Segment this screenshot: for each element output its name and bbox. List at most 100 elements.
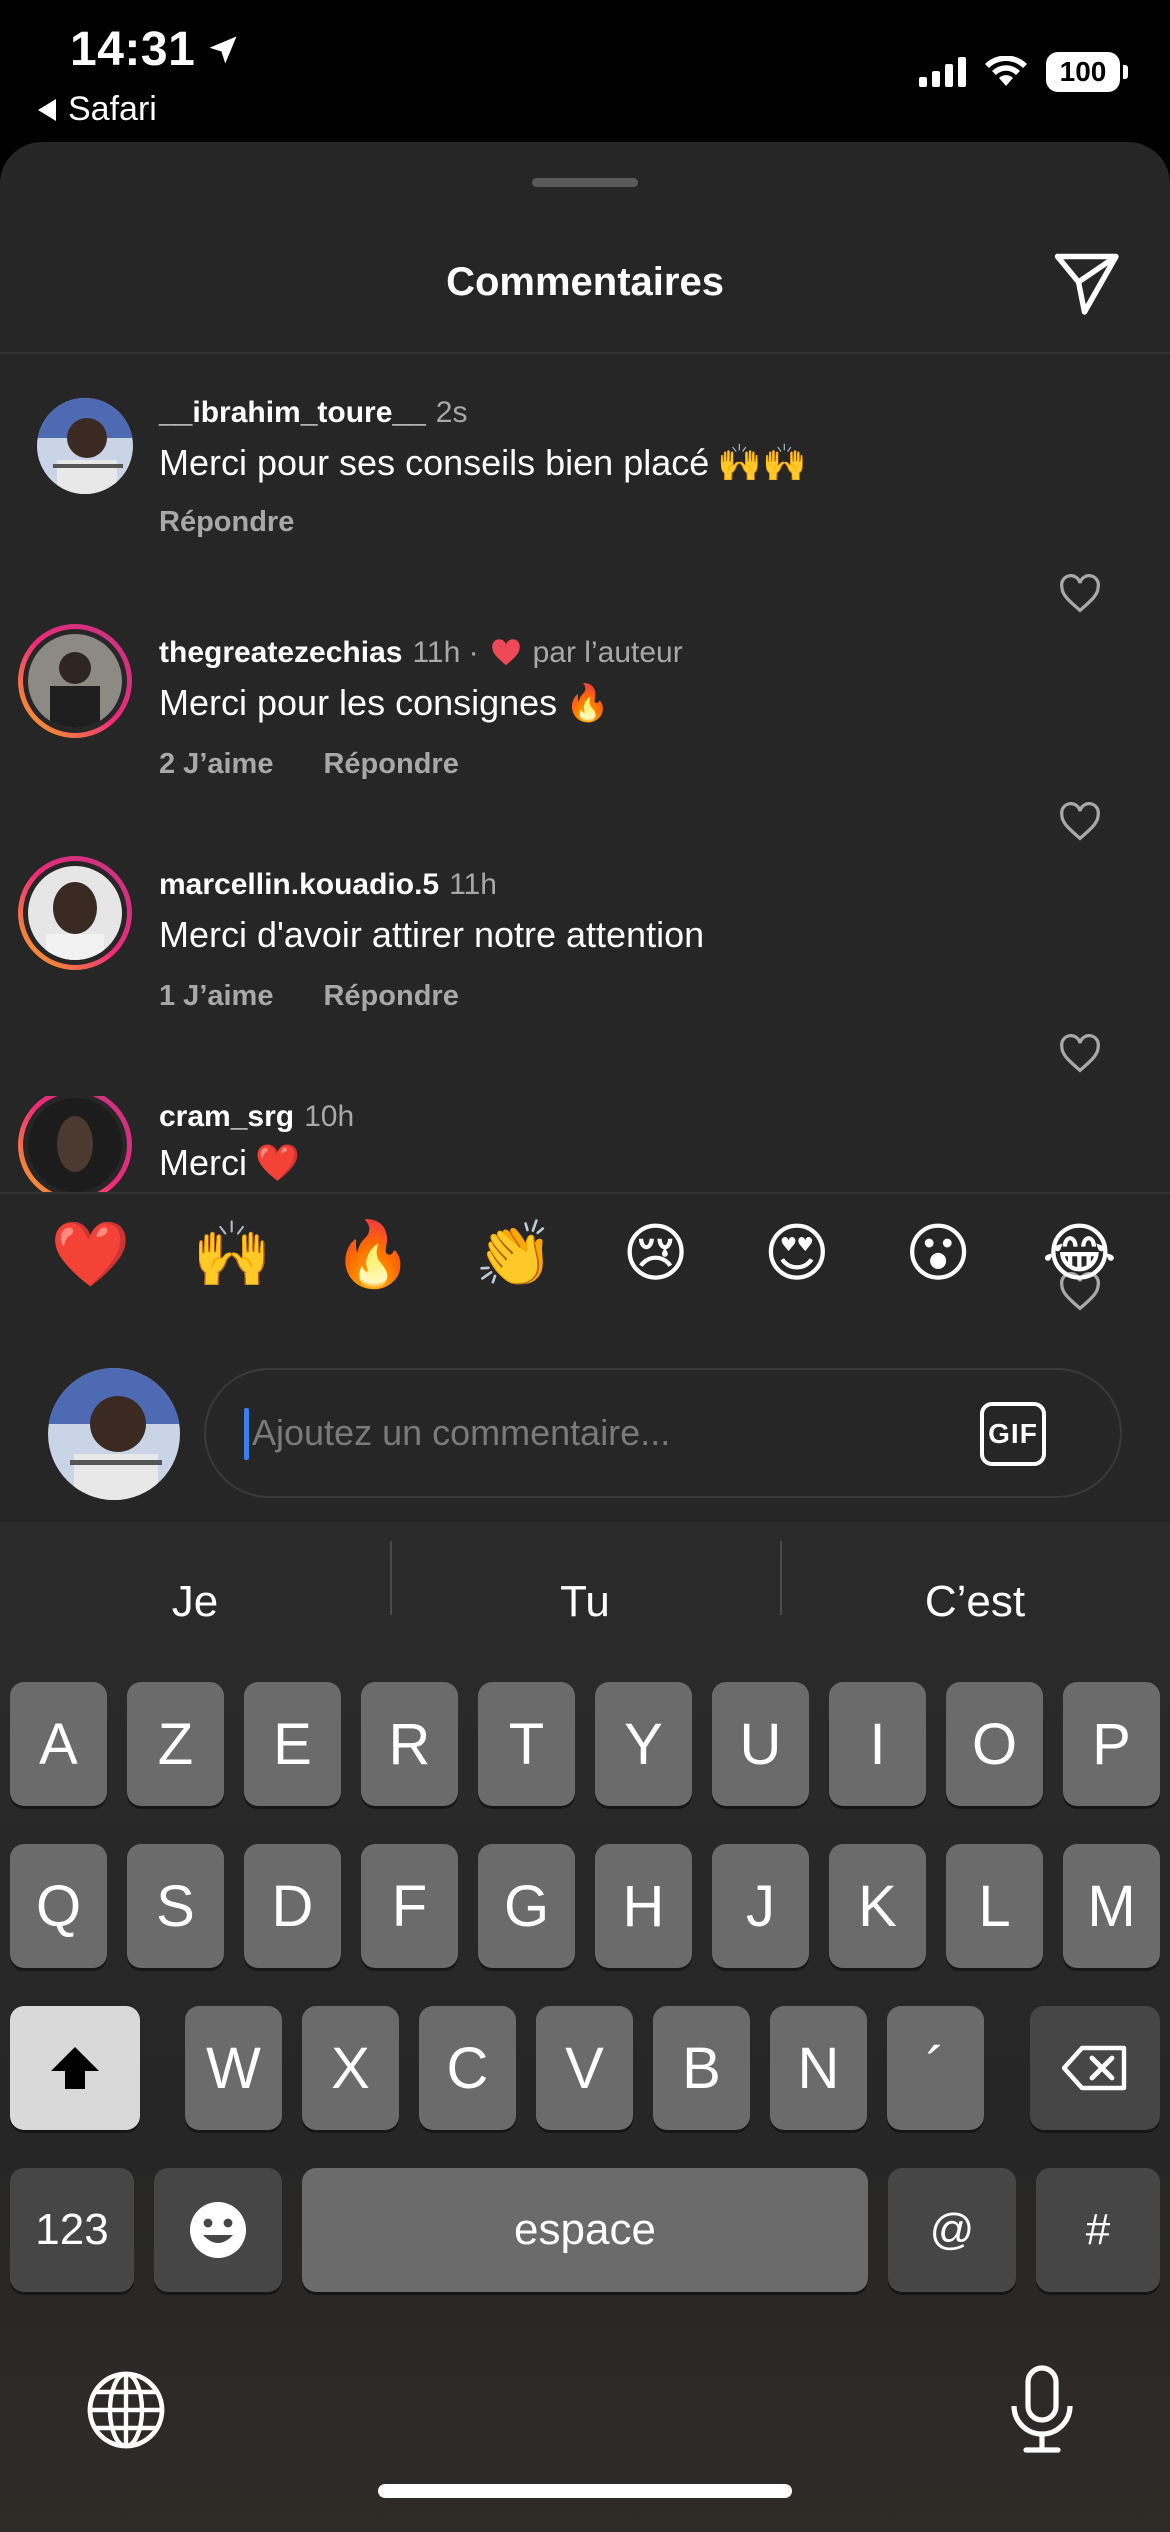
- globe-icon[interactable]: [84, 2368, 168, 2452]
- battery-icon: 100: [1046, 52, 1128, 92]
- key-w[interactable]: W: [185, 2006, 282, 2130]
- emoji-crying-button[interactable]: 😢: [611, 1209, 701, 1299]
- back-label: Safari: [68, 90, 157, 128]
- keyboard: Je Tu C’est A Z E R T Y U I O P Q S D F …: [0, 1522, 1170, 2532]
- suggestion-2[interactable]: Tu: [390, 1541, 780, 1627]
- comment-username[interactable]: __ibrahim_toure__: [159, 396, 426, 430]
- comment-emoji: ❤️: [255, 1143, 300, 1184]
- author-liked-heart-icon: [491, 639, 520, 666]
- like-heart-icon[interactable]: [1058, 1034, 1102, 1074]
- emoji-raised-hands-button[interactable]: 🙌: [187, 1209, 277, 1299]
- key-i[interactable]: I: [829, 1682, 926, 1806]
- home-indicator[interactable]: [378, 2484, 792, 2498]
- key-o[interactable]: O: [946, 1682, 1043, 1806]
- emoji-clap-button[interactable]: 👏: [469, 1209, 559, 1299]
- comment-item: marcellin.kouadio.5 11h Merci d'avoir at…: [0, 856, 1170, 1074]
- key-l[interactable]: L: [946, 1844, 1043, 1968]
- reply-button[interactable]: Répondre: [159, 506, 294, 539]
- comment-actions: 2 J’aime Répondre: [159, 748, 459, 781]
- comment-time: 2s: [435, 396, 468, 429]
- emoji-laughing-button[interactable]: 😂: [1034, 1209, 1124, 1299]
- key-x[interactable]: X: [302, 2006, 399, 2130]
- comment-text: Merci pour ses conseils bien placé 🙌🙌: [159, 442, 807, 484]
- key-p[interactable]: P: [1063, 1682, 1160, 1806]
- key-s[interactable]: S: [127, 1844, 224, 1968]
- key-acute-accent[interactable]: ´: [887, 2006, 984, 2130]
- key-z[interactable]: Z: [127, 1682, 224, 1806]
- shift-key[interactable]: [10, 2006, 140, 2130]
- key-m[interactable]: M: [1063, 1844, 1160, 1968]
- back-to-safari-button[interactable]: Safari: [38, 90, 157, 129]
- key-k[interactable]: K: [829, 1844, 926, 1968]
- comments-sheet: Commentaires __ibrahim_toure__ 2s Merci …: [0, 142, 1170, 1522]
- key-u[interactable]: U: [712, 1682, 809, 1806]
- key-r[interactable]: R: [361, 1682, 458, 1806]
- key-c[interactable]: C: [419, 2006, 516, 2130]
- comment-username[interactable]: marcellin.kouadio.5: [159, 868, 439, 902]
- wifi-icon: [985, 56, 1027, 86]
- like-heart-icon[interactable]: [1058, 574, 1102, 614]
- comment-item: thegreatezechias 11h · par l’auteur Merc…: [0, 624, 1170, 842]
- comment-username[interactable]: cram_srg: [159, 1100, 294, 1134]
- header-divider: [0, 352, 1170, 354]
- numbers-key[interactable]: 123: [10, 2168, 134, 2292]
- key-d[interactable]: D: [244, 1844, 341, 1968]
- comment-header: cram_srg 10h: [159, 1100, 354, 1134]
- key-y[interactable]: Y: [595, 1682, 692, 1806]
- gif-button[interactable]: GIF: [980, 1402, 1046, 1466]
- avatar-story-ring[interactable]: [18, 624, 132, 738]
- key-n[interactable]: N: [770, 2006, 867, 2130]
- microphone-icon[interactable]: [1002, 2362, 1082, 2458]
- likes-count-button[interactable]: 2 J’aime: [159, 748, 273, 781]
- share-send-icon[interactable]: [1050, 246, 1122, 318]
- key-g[interactable]: G: [478, 1844, 575, 1968]
- comment-item: __ibrahim_toure__ 2s Merci pour ses cons…: [0, 390, 1170, 613]
- key-b[interactable]: B: [653, 2006, 750, 2130]
- key-t[interactable]: T: [478, 1682, 575, 1806]
- emoji-fire-button[interactable]: 🔥: [328, 1209, 418, 1299]
- comment-emoji: 🙌🙌: [717, 443, 807, 484]
- at-key[interactable]: @: [888, 2168, 1016, 2292]
- sheet-grabber[interactable]: [532, 178, 638, 187]
- key-e[interactable]: E: [244, 1682, 341, 1806]
- avatar[interactable]: [37, 398, 133, 494]
- avatar-story-ring[interactable]: [18, 856, 132, 970]
- delete-key[interactable]: [1030, 2006, 1160, 2130]
- key-j[interactable]: J: [712, 1844, 809, 1968]
- reply-button[interactable]: Répondre: [323, 980, 458, 1013]
- system-icons: 100: [919, 52, 1128, 92]
- comment-time: 11h: [449, 868, 497, 901]
- emoji-face-icon: [190, 2202, 246, 2258]
- comment-text: Merci pour les consignes 🔥: [159, 682, 610, 724]
- emoji-heart-button[interactable]: ❤️: [46, 1209, 136, 1299]
- comment-input[interactable]: Ajoutez un commentaire... GIF: [204, 1368, 1122, 1498]
- hash-key[interactable]: #: [1036, 2168, 1160, 2292]
- key-h[interactable]: H: [595, 1844, 692, 1968]
- comment-input-placeholder: Ajoutez un commentaire...: [252, 1412, 671, 1453]
- battery-level: 100: [1059, 56, 1107, 87]
- reply-button[interactable]: Répondre: [323, 748, 458, 781]
- key-q[interactable]: Q: [10, 1844, 107, 1968]
- space-key[interactable]: espace: [302, 2168, 868, 2292]
- key-v[interactable]: V: [536, 2006, 633, 2130]
- back-arrow-icon: [38, 98, 56, 121]
- avatar-story-ring[interactable]: [18, 1096, 132, 1192]
- predictive-suggestions: Je Tu C’est: [0, 1522, 1170, 1682]
- clock-label: 14:31: [70, 23, 196, 76]
- like-heart-icon[interactable]: [1058, 802, 1102, 842]
- comment-text: Merci ❤️: [159, 1142, 300, 1184]
- avatar: [28, 866, 122, 960]
- emoji-keyboard-key[interactable]: [154, 2168, 282, 2292]
- emoji-heart-eyes-button[interactable]: 😍: [752, 1209, 842, 1299]
- suggestion-1[interactable]: Je: [0, 1577, 390, 1627]
- key-f[interactable]: F: [361, 1844, 458, 1968]
- comment-item: cram_srg 10h Merci ❤️: [0, 1096, 1170, 1192]
- emoji-surprised-button[interactable]: 😮: [893, 1209, 983, 1299]
- key-a[interactable]: A: [10, 1682, 107, 1806]
- suggestion-3[interactable]: C’est: [780, 1541, 1170, 1627]
- cellular-signal-icon: [919, 57, 966, 87]
- comment-username[interactable]: thegreatezechias: [159, 636, 402, 670]
- status-time: 14:31: [70, 22, 241, 77]
- comment-body: Merci d'avoir attirer notre attention: [159, 914, 705, 955]
- likes-count-button[interactable]: 1 J’aime: [159, 980, 273, 1013]
